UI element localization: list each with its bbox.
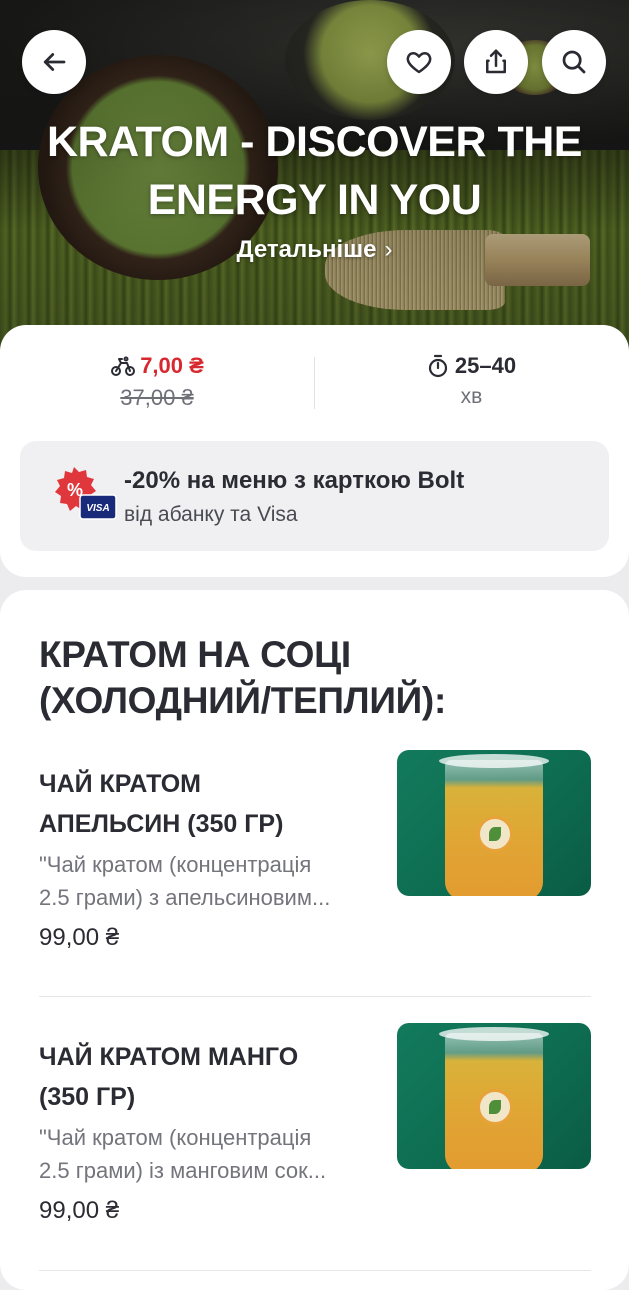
heart-icon (406, 52, 432, 74)
share-button[interactable] (464, 30, 528, 94)
share-icon (486, 49, 506, 74)
svg-text:VISA: VISA (86, 503, 109, 514)
details-link[interactable]: Детальніше › (0, 236, 629, 264)
courier-bike-icon (111, 356, 136, 376)
item-divider (39, 1270, 591, 1271)
search-icon (562, 50, 586, 74)
menu-item-name: ЧАЙ КРАТОМ АПЕЛЬСИН (350 ГР) (39, 770, 284, 838)
menu-item-photo[interactable] (397, 1023, 591, 1169)
delivery-fee[interactable]: 7,00 ₴ 37,00 ₴ (0, 353, 314, 411)
leaf-logo-icon (477, 1089, 513, 1125)
delivery-price: 7,00 ₴ (140, 353, 204, 378)
promo-banner[interactable]: % VISA -20% на меню з карткою Bolt від а… (20, 441, 609, 551)
discount-visa-badge-icon: % VISA (55, 467, 117, 520)
delivery-old-price: 37,00 ₴ (120, 385, 194, 410)
chevron-right-icon: › (384, 236, 393, 263)
restaurant-info-card: 7,00 ₴ 37,00 ₴ 25–40 хв % VISA -20% на м… (0, 325, 629, 577)
back-button[interactable] (22, 30, 86, 94)
restaurant-title-line2: ENERGY IN YOU (147, 176, 482, 224)
hero-banner: KRATOM - DISCOVER THE ENERGY IN YOU Дета… (0, 0, 629, 350)
section-title-line2: (ХОЛОДНИЙ/ТЕПЛИЙ): (39, 680, 446, 721)
details-link-label: Детальніше (236, 236, 377, 263)
promo-subtitle: від абанку та Visa (124, 503, 298, 526)
delivery-time-unit: хв (460, 385, 483, 408)
search-button[interactable] (542, 30, 606, 94)
leaf-logo-icon (477, 816, 513, 852)
menu-item-name: ЧАЙ КРАТОМ МАНГО (350 ГР) (39, 1043, 299, 1111)
promo-title: -20% на меню з карткою Bolt (124, 467, 465, 494)
delivery-time-range: 25–40 (454, 353, 517, 378)
menu-item-description: "Чай кратом (концентрація 2.5 грами) з а… (39, 852, 331, 910)
restaurant-title: KRATOM - DISCOVER THE ENERGY IN YOU (0, 113, 629, 229)
menu-item-price: 99,00 ₴ (39, 1197, 120, 1224)
menu-item-photo[interactable] (397, 750, 591, 896)
restaurant-title-line1: KRATOM - DISCOVER THE (47, 118, 582, 166)
stopwatch-icon (428, 354, 448, 378)
section-title: КРАТОМ НА СОЦІ (ХОЛОДНИЙ/ТЕПЛИЙ): (39, 632, 599, 724)
menu-item-description: "Чай кратом (концентрація 2.5 грами) із … (39, 1125, 327, 1183)
arrow-left-icon (43, 53, 66, 71)
favorite-button[interactable] (387, 30, 451, 94)
item-divider (39, 996, 591, 997)
delivery-time: 25–40 хв (314, 353, 629, 409)
menu-section: КРАТОМ НА СОЦІ (ХОЛОДНИЙ/ТЕПЛИЙ): ЧАЙ КР… (0, 590, 629, 1290)
menu-item-price: 99,00 ₴ (39, 924, 120, 951)
section-title-line1: КРАТОМ НА СОЦІ (39, 634, 351, 675)
